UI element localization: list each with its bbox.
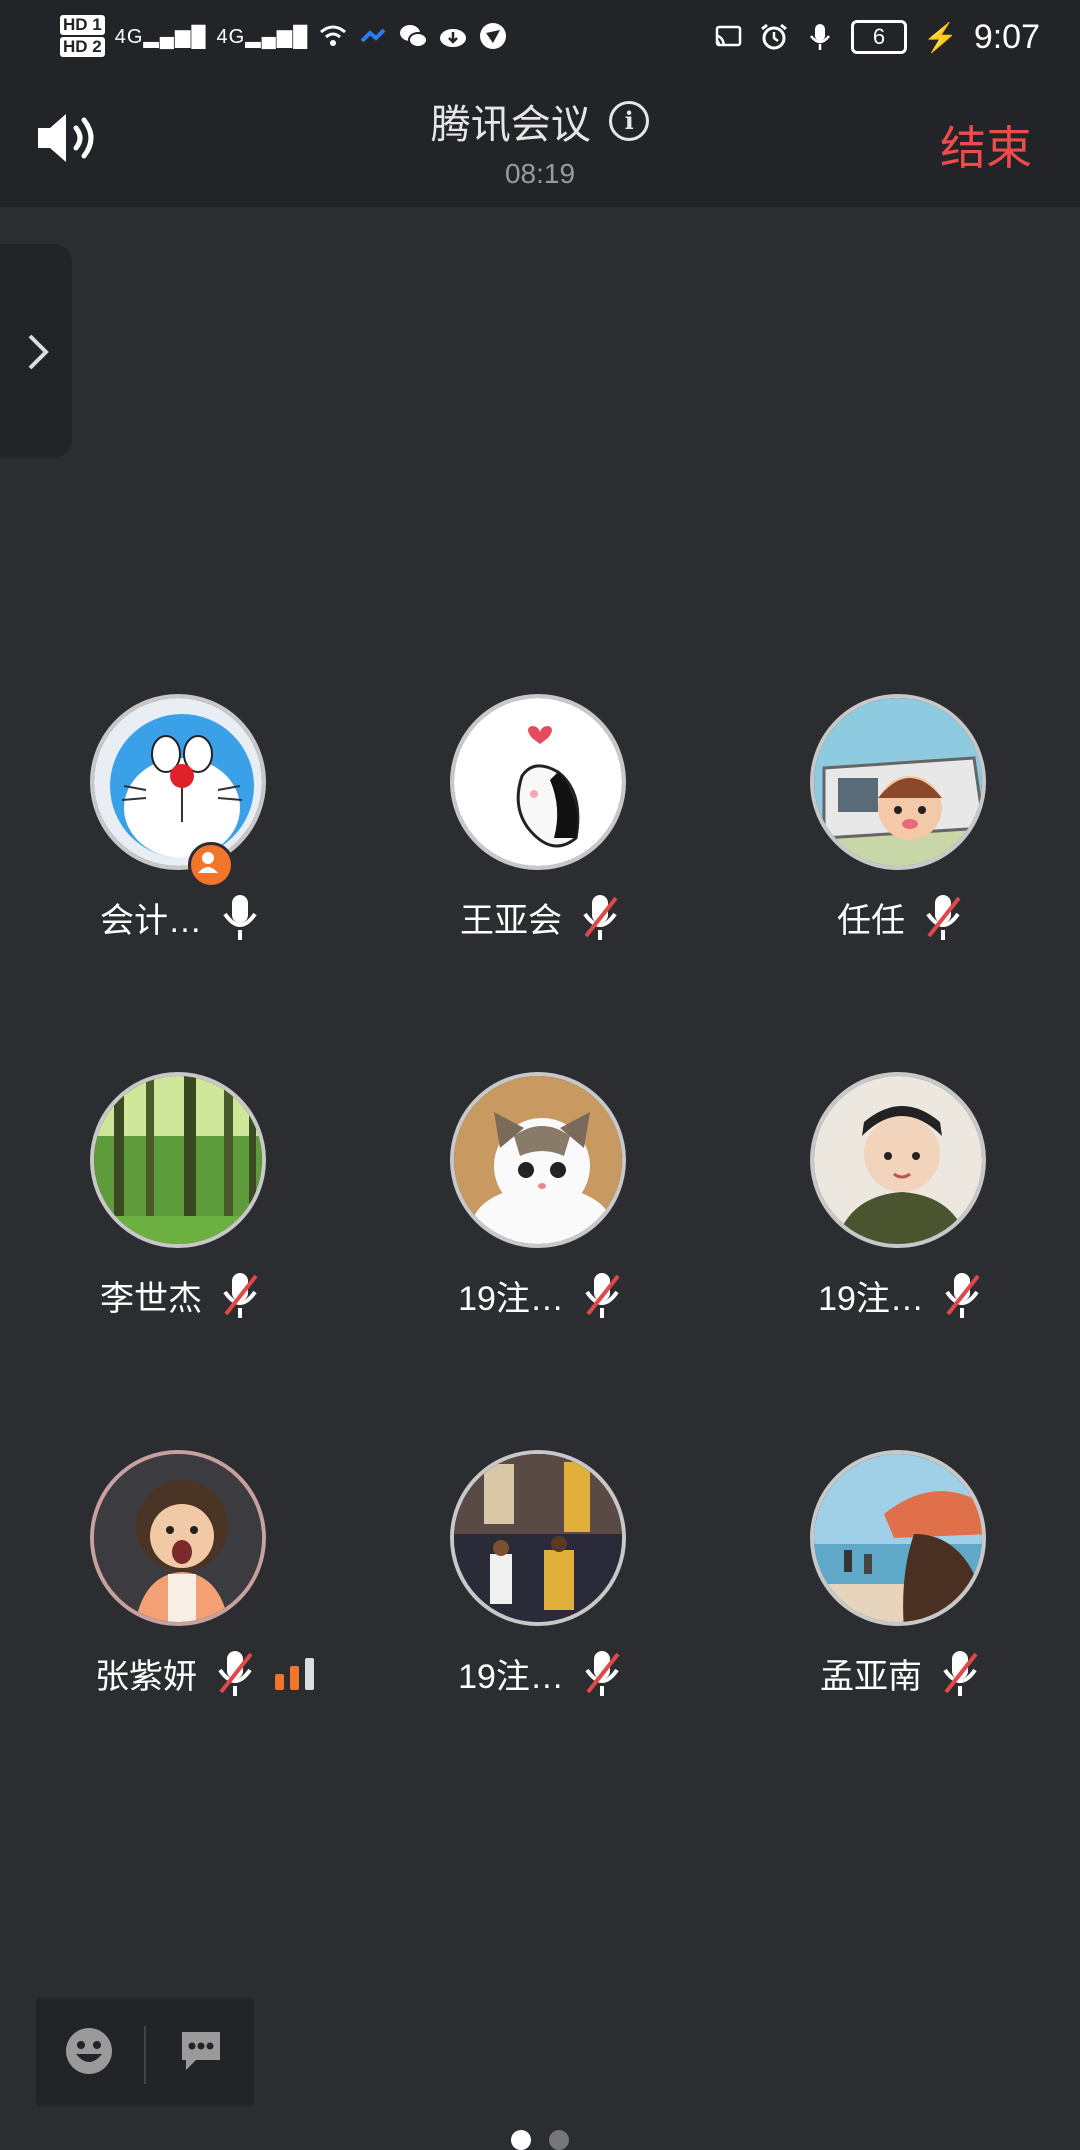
mic-on-icon <box>223 895 257 940</box>
avatar <box>90 1450 266 1626</box>
network-4g-1: 4G▂▄▆█ <box>114 25 207 48</box>
info-icon[interactable]: i <box>609 101 650 141</box>
participant-tile[interactable]: 李世杰 <box>30 1072 330 1332</box>
mic-muted-icon <box>926 895 961 940</box>
reaction-toolbar <box>36 1998 254 2106</box>
wechat-icon <box>400 25 429 48</box>
participant-label: 任任 <box>750 892 1050 942</box>
page-indicator <box>0 2130 1080 2150</box>
avatar <box>450 694 626 870</box>
chevron-right-icon <box>28 334 49 370</box>
cloud-download-icon <box>440 29 467 47</box>
participant-name: 任任 <box>837 901 905 940</box>
mic-muted-icon <box>223 1273 258 1318</box>
participant-label: 张紫妍 <box>56 1648 356 1698</box>
page-dot[interactable] <box>511 2130 531 2150</box>
participant-tile[interactable]: 任任 <box>750 694 1050 954</box>
end-meeting-button[interactable]: 结束 <box>940 112 1032 178</box>
expand-panel-button[interactable] <box>0 244 72 458</box>
avatar <box>450 1072 626 1248</box>
participant-tile[interactable]: 19注… <box>750 1072 1050 1332</box>
chat-bubble-icon[interactable] <box>178 2028 224 2074</box>
battery-indicator: 6 <box>850 20 907 54</box>
participant-label: 李世杰 <box>30 1270 330 1320</box>
participant-name: 张紫妍 <box>95 1657 197 1696</box>
sim1-label: HD 1 <box>60 15 105 35</box>
avatar <box>450 1450 626 1626</box>
participant-tile[interactable]: 19注… <box>390 1072 690 1332</box>
participant-label: 19注… <box>750 1270 1050 1320</box>
participant-label: 会计… <box>30 892 330 942</box>
participant-name: 王亚会 <box>460 901 562 940</box>
status-left: HD 1 HD 2 4G▂▄▆█ 4G▂▄▆█ <box>60 8 508 64</box>
charging-icon: ⚡ <box>922 21 958 53</box>
avatar <box>810 694 986 870</box>
alarm-icon <box>761 23 787 50</box>
cast-icon <box>715 25 742 47</box>
audio-level-icon <box>275 1658 314 1690</box>
mic-muted-icon <box>945 1273 980 1318</box>
smile-icon[interactable] <box>64 2026 114 2076</box>
participant-tile[interactable]: 孟亚南 <box>750 1450 1050 1710</box>
avatar <box>90 694 266 870</box>
title-block: 腾讯会议 i 08:19 <box>0 92 1080 190</box>
mic-status-icon <box>809 24 830 50</box>
network-4g-2: 4G▂▄▆█ <box>216 25 309 48</box>
sim2-label: HD 2 <box>60 37 105 57</box>
participant-name: 19注… <box>818 1279 924 1318</box>
status-bar: HD 1 HD 2 4G▂▄▆█ 4G▂▄▆█ 6 ⚡ 9:07 <box>0 0 1080 72</box>
participant-label: 19注… <box>390 1648 690 1698</box>
avatar <box>90 1072 266 1248</box>
participant-name: 19注… <box>458 1279 564 1318</box>
participant-tile[interactable]: 王亚会 <box>390 694 690 954</box>
avatar <box>810 1072 986 1248</box>
clock: 9:07 <box>973 17 1040 56</box>
mic-muted-icon <box>585 1273 620 1318</box>
participant-name: 会计… <box>100 901 202 940</box>
participant-tile[interactable]: 张紫妍 <box>30 1450 330 1710</box>
host-badge-icon <box>188 842 234 888</box>
participant-name: 19注… <box>458 1657 564 1696</box>
mic-muted-icon <box>583 895 618 940</box>
participant-label: 王亚会 <box>390 892 690 942</box>
meeting-timer: 08:19 <box>504 158 576 189</box>
participant-name: 孟亚南 <box>820 1657 922 1696</box>
mic-muted-icon <box>943 1651 978 1696</box>
participant-tile[interactable]: 19注… <box>390 1450 690 1710</box>
cloud-sync-icon <box>360 28 386 43</box>
meeting-header: 腾讯会议 i 08:19 结束 <box>0 72 1080 207</box>
participant-label: 孟亚南 <box>750 1648 1050 1698</box>
participant-label: 19注… <box>390 1270 690 1320</box>
avatar <box>810 1450 986 1626</box>
sim-indicator: HD 1 HD 2 <box>60 15 105 57</box>
participant-name: 李世杰 <box>100 1279 202 1318</box>
status-right: 6 ⚡ 9:07 <box>713 12 1040 62</box>
app-notification-icon <box>480 23 507 49</box>
page-dot[interactable] <box>549 2130 569 2150</box>
toolbar-divider <box>144 2026 146 2084</box>
meeting-title: 腾讯会议 <box>430 103 591 147</box>
mic-muted-icon <box>218 1651 253 1696</box>
participant-tile[interactable]: 会计… <box>30 694 330 954</box>
wifi-icon <box>320 25 347 46</box>
mic-muted-icon <box>585 1651 620 1696</box>
